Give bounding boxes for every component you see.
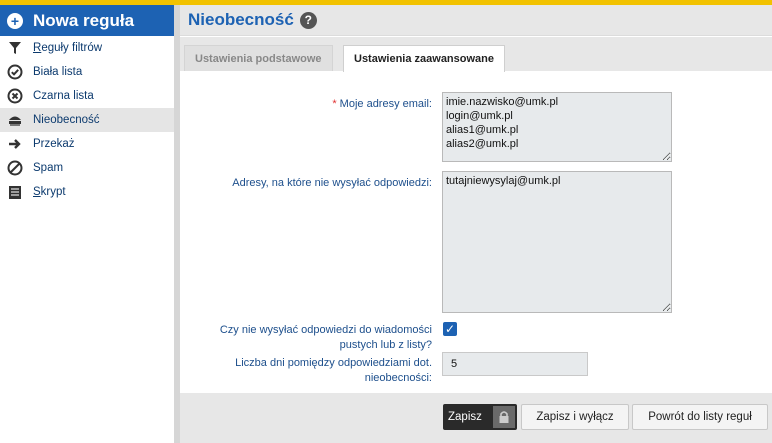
funnel-icon bbox=[7, 40, 23, 56]
main-header: Nieobecność ? bbox=[180, 5, 772, 36]
sidebar-item-away[interactable]: Nieobecność bbox=[0, 108, 174, 132]
empty-subject-label: Czy nie wysyłać odpowiedzi do wiadomości… bbox=[220, 323, 432, 353]
empty-subject-label-line1: Czy nie wysyłać odpowiedzi do wiadomości bbox=[219, 324, 432, 336]
days-between-replies-field[interactable]: 5 bbox=[442, 352, 588, 376]
save-button[interactable]: Zapisz bbox=[443, 404, 517, 430]
sidebar-item-filter-rules[interactable]: Reguły filtrów bbox=[0, 36, 174, 60]
x-circle-icon bbox=[7, 88, 23, 104]
arrow-right-icon bbox=[7, 136, 23, 152]
required-marker: * bbox=[332, 98, 337, 110]
sidebar-item-blacklist[interactable]: Czarna lista bbox=[0, 84, 174, 108]
sidebar-title: Nowa reguła bbox=[33, 10, 135, 30]
days-label-line1: Liczba dni pomiędzy odpowiedziami dot. bbox=[235, 357, 432, 369]
page-title: Nieobecność bbox=[188, 10, 294, 29]
sidebar-item-script[interactable]: Skrypt bbox=[0, 180, 174, 204]
emails-label: Moje adresy email: bbox=[339, 98, 432, 110]
empty-subject-label-line2: pustych lub z listy? bbox=[339, 339, 432, 351]
help-icon[interactable]: ? bbox=[299, 11, 317, 29]
tabs-bar: Ustawienia podstawowe Ustawienia zaawans… bbox=[180, 37, 772, 72]
sidebar-item-label: eguły filtrów bbox=[41, 42, 103, 54]
empty-subject-checkbox[interactable]: ✓ bbox=[443, 322, 457, 336]
tab-basic-settings[interactable]: Ustawienia podstawowe bbox=[184, 45, 333, 71]
sidebar-item-label-underline: S bbox=[33, 186, 41, 198]
emails-label-row: * Moje adresy email: bbox=[332, 97, 432, 112]
sidebar-item-label: krypt bbox=[40, 186, 66, 198]
form-footer: Zapisz Zapisz i wyłącz Powrót do listy r… bbox=[180, 393, 772, 443]
sidebar-item-spam[interactable]: Spam bbox=[0, 156, 174, 180]
block-icon bbox=[7, 160, 23, 176]
script-icon bbox=[7, 184, 23, 200]
check-circle-icon bbox=[7, 64, 23, 80]
sidebar-item-whitelist[interactable]: Biała lista bbox=[0, 60, 174, 84]
sidebar-item-label: Spam bbox=[33, 162, 64, 174]
save-button-label: Zapisz bbox=[448, 411, 482, 423]
main-panel: Nieobecność ? Ustawienia podstawowe Usta… bbox=[180, 5, 772, 443]
tab-advanced-settings[interactable]: Ustawienia zaawansowane bbox=[343, 45, 505, 72]
sidebar-item-forward[interactable]: Przekaż bbox=[0, 132, 174, 156]
sidebar-item-label: Biała lista bbox=[33, 66, 83, 78]
days-label-line2: nieobecności: bbox=[364, 372, 432, 384]
my-emails-field[interactable]: imie.nazwisko@umk.pl login@umk.pl alias1… bbox=[442, 92, 672, 162]
save-and-disable-button[interactable]: Zapisz i wyłącz bbox=[521, 404, 629, 430]
sidebar-item-label: Czarna lista bbox=[33, 90, 94, 102]
plus-icon: + bbox=[7, 12, 23, 29]
sidebar: + Nowa reguła Reguły filtrów Biała lista… bbox=[0, 5, 174, 443]
new-rule-header[interactable]: + Nowa reguła bbox=[0, 5, 174, 36]
away-icon bbox=[7, 112, 23, 128]
sidebar-item-label: Nieobecność bbox=[33, 114, 100, 126]
sidebar-item-label: Przekaż bbox=[33, 138, 75, 150]
back-to-rules-button[interactable]: Powrót do listy reguł bbox=[632, 404, 768, 430]
lock-icon bbox=[493, 406, 515, 428]
days-label: Liczba dni pomiędzy odpowiedziami dot. n… bbox=[235, 356, 432, 386]
noreply-label: Adresy, na które nie wysyłać odpowiedzi: bbox=[232, 177, 432, 189]
noreply-addresses-field[interactable]: tutajniewysylaj@umk.pl bbox=[442, 171, 672, 313]
